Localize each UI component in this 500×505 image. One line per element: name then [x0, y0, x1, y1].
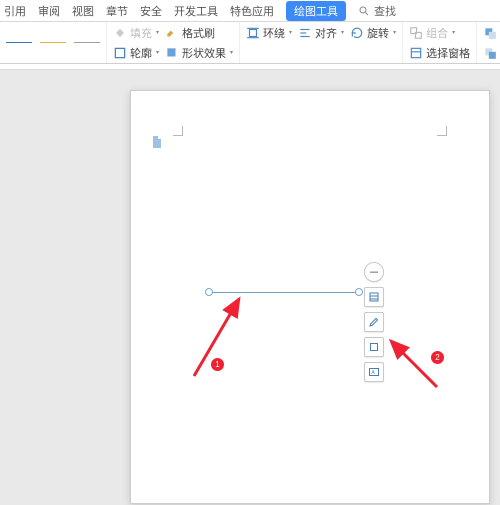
shape-float-toolbar: － A [364, 262, 384, 382]
layout-options-button[interactable] [364, 287, 384, 307]
group-pane-group: 组合▾ 选择窗格 [403, 22, 477, 63]
document-page[interactable]: 1 2 [130, 90, 490, 504]
minus-icon: － [369, 264, 380, 280]
pane-icon [409, 46, 423, 60]
margin-corner-tl [173, 126, 183, 136]
annotation-badge-2: 2 [431, 351, 444, 364]
send-backward-icon [483, 46, 497, 60]
wrap-icon [246, 26, 260, 40]
tab-review[interactable]: 审阅 [38, 3, 60, 19]
bring-forward-icon [483, 26, 497, 40]
tab-strip: 引用 审阅 视图 章节 安全 开发工具 特色应用 绘图工具 查找 [0, 0, 500, 22]
search-label: 查找 [374, 3, 396, 19]
tab-security[interactable]: 安全 [140, 3, 162, 19]
selection-pane-button[interactable]: 选择窗格 [409, 45, 470, 61]
rotate-icon [350, 26, 364, 40]
resize-handle-right[interactable] [355, 288, 363, 296]
crop-icon [368, 341, 380, 353]
wrap-button[interactable]: 环绕▾ [246, 25, 292, 41]
fill-button[interactable]: 填充▾ [113, 25, 159, 41]
line-style-3[interactable] [74, 42, 100, 44]
line-style-gallery[interactable] [0, 22, 107, 63]
search-icon [358, 5, 370, 17]
arrange-group: 环绕▾ 对齐▾ 旋转▾ [240, 22, 403, 63]
tab-addins[interactable]: 特色应用 [230, 3, 274, 19]
outline-button[interactable]: 轮廓▾ [113, 45, 159, 61]
pencil-icon [368, 316, 380, 328]
tab-references[interactable]: 引用 [4, 3, 26, 19]
resize-handle-left[interactable] [205, 288, 213, 296]
annotation-badge-1: 1 [211, 358, 224, 371]
brush-icon [165, 26, 179, 40]
group-icon [409, 26, 423, 40]
ribbon: 填充▾ 格式刷 轮廓▾ 形状效果▾ 环绕▾ [0, 22, 500, 64]
send-backward-button[interactable]: 下移一层▾ [483, 45, 500, 61]
rotate-button[interactable]: 旋转▾ [350, 25, 396, 41]
search-box[interactable]: 查找 [358, 3, 396, 19]
selected-line-shape[interactable] [209, 292, 359, 293]
tab-developer[interactable]: 开发工具 [174, 3, 218, 19]
text-options-button[interactable]: A [364, 362, 384, 382]
align-icon [298, 26, 312, 40]
crop-button[interactable] [364, 337, 384, 357]
layout-options-icon [368, 291, 380, 303]
layer-group: 上移一层▾ 下移一层▾ [477, 22, 500, 63]
margin-corner-tr [437, 126, 447, 136]
tab-view[interactable]: 视图 [72, 3, 94, 19]
workspace: 1 2 － A [0, 64, 500, 505]
page-indicator-icon [151, 135, 163, 149]
annotation-arrow-2 [385, 335, 443, 395]
tab-drawing-tools[interactable]: 绘图工具 [286, 1, 346, 21]
line-style-1[interactable] [6, 42, 32, 44]
text-options-icon: A [368, 366, 380, 378]
bucket-icon [113, 26, 127, 40]
group-button[interactable]: 组合▾ [409, 25, 455, 41]
format-painter-button[interactable]: 格式刷 [165, 25, 215, 41]
align-button[interactable]: 对齐▾ [298, 25, 344, 41]
effects-icon [165, 46, 179, 60]
shape-effects-button[interactable]: 形状效果▾ [165, 45, 233, 61]
edit-shape-button[interactable] [364, 312, 384, 332]
line-style-2[interactable] [40, 42, 66, 44]
outline-icon [113, 46, 127, 60]
collapse-button[interactable]: － [364, 262, 384, 282]
bring-forward-button[interactable]: 上移一层▾ [483, 25, 500, 41]
tab-sections[interactable]: 章节 [106, 3, 128, 19]
fill-outline-group: 填充▾ 格式刷 轮廓▾ 形状效果▾ [107, 22, 240, 63]
